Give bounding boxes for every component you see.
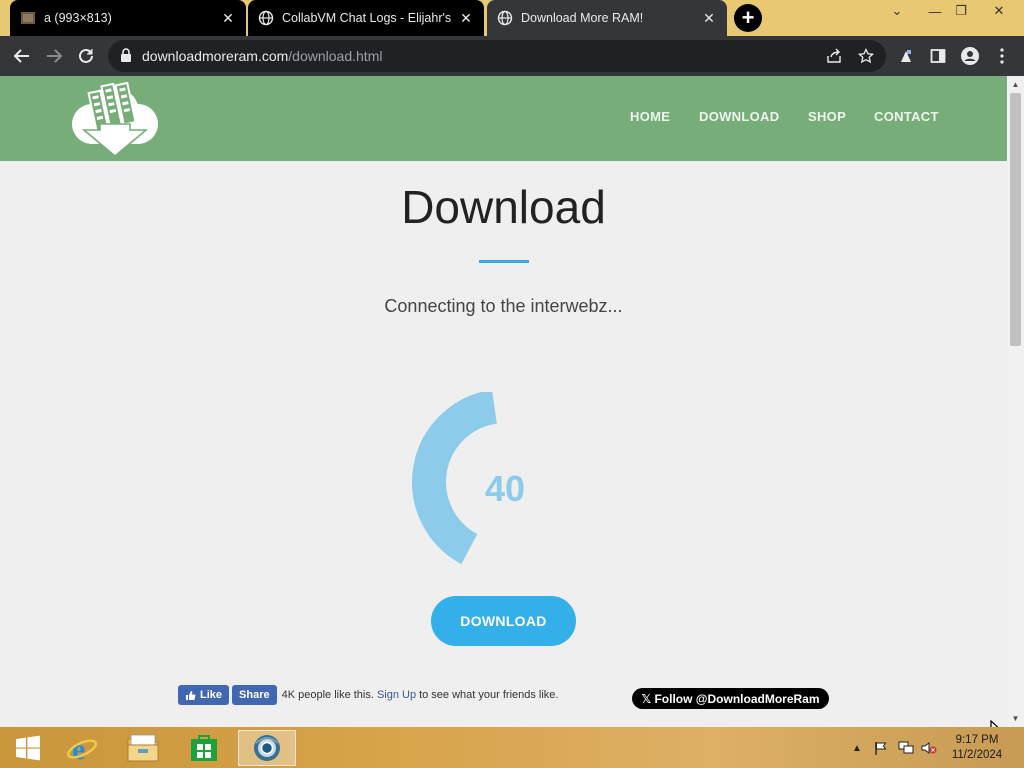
- system-clock[interactable]: 9:17 PM 11/2/2024: [944, 733, 1010, 763]
- page-scrollbar[interactable]: ▲ ▼: [1007, 76, 1024, 727]
- tab-collabvm-logs[interactable]: CollabVM Chat Logs - Elijahr's W ✕: [248, 0, 484, 36]
- twitter-follow-button[interactable]: 𝕏 Follow @DownloadMoreRam: [632, 688, 829, 709]
- svg-text:e: e: [72, 733, 85, 764]
- mouse-cursor-icon: [990, 720, 999, 727]
- reload-button[interactable]: [72, 42, 100, 70]
- arrow-left-icon: [13, 49, 29, 63]
- new-tab-button[interactable]: +: [734, 4, 762, 32]
- tab-search-icon[interactable]: ⌄: [880, 0, 914, 22]
- tab-strip: a (993×813) ✕ CollabVM Chat Logs - Elija…: [0, 0, 1024, 36]
- scroll-thumb[interactable]: [1010, 93, 1021, 346]
- nav-shop-link[interactable]: SHOP: [808, 109, 846, 124]
- share-icon[interactable]: [824, 46, 844, 66]
- nav-contact-link[interactable]: CONTACT: [874, 109, 939, 124]
- tab-close-icon[interactable]: ✕: [458, 10, 474, 26]
- volume-muted-icon[interactable]: [920, 739, 938, 757]
- windows-taskbar: e ▲ 9:17 PM 11/2/2024: [0, 727, 1024, 768]
- progress-value: 40: [484, 468, 526, 509]
- side-panel-icon[interactable]: [924, 42, 952, 70]
- menu-kebab-icon[interactable]: [988, 42, 1016, 70]
- close-window-button[interactable]: ✕: [982, 0, 1016, 22]
- flag-icon[interactable]: [872, 739, 890, 757]
- show-hidden-icons-icon[interactable]: ▲: [848, 739, 866, 757]
- fb-signup-link[interactable]: Sign Up: [377, 689, 416, 701]
- globe-icon: [258, 10, 274, 26]
- network-icon[interactable]: [897, 739, 915, 757]
- connection-status-text: Connecting to the interwebz...: [384, 296, 623, 316]
- download-button[interactable]: DOWNLOAD: [431, 596, 576, 646]
- lock-icon[interactable]: [120, 48, 132, 68]
- clock-date: 11/2/2024: [951, 749, 1003, 761]
- browser-toolbar: downloadmoreram.com/download.html: [0, 36, 1024, 76]
- fb-signup-suffix: to see what your friends like.: [419, 689, 559, 701]
- site-logo-icon[interactable]: [70, 81, 160, 158]
- file-explorer-icon[interactable]: [115, 730, 171, 766]
- reload-icon: [79, 48, 93, 63]
- internet-explorer-icon[interactable]: e: [54, 730, 110, 766]
- forward-button[interactable]: [40, 42, 68, 70]
- image-favicon-icon: [20, 10, 36, 26]
- facebook-like-widget: Like Share 4K people like this. Sign Up …: [178, 685, 558, 705]
- page-title: Download: [401, 181, 606, 233]
- tab-close-icon[interactable]: ✕: [701, 10, 717, 26]
- start-icon[interactable]: [0, 730, 56, 766]
- thumbs-up-icon: [186, 690, 196, 700]
- tab-download-more-ram[interactable]: Download More RAM! ✕: [487, 0, 727, 36]
- tab-image[interactable]: a (993×813) ✕: [10, 0, 246, 36]
- address-bar[interactable]: downloadmoreram.com/download.html: [108, 40, 886, 72]
- fb-like-button[interactable]: Like: [178, 685, 230, 705]
- globe-icon: [497, 10, 513, 26]
- nav-home-link[interactable]: HOME: [630, 109, 670, 124]
- arrow-right-icon: [47, 49, 63, 63]
- tab-title: CollabVM Chat Logs - Elijahr's W: [282, 11, 452, 25]
- profile-icon[interactable]: [956, 42, 984, 70]
- back-button[interactable]: [8, 42, 36, 70]
- scroll-down-icon[interactable]: ▼: [1007, 710, 1024, 727]
- fb-like-count: 4K people like this.: [281, 689, 374, 701]
- extension-icon[interactable]: [892, 42, 920, 70]
- tab-title: Download More RAM!: [521, 11, 644, 25]
- tab-title: a (993×813): [44, 11, 112, 25]
- star-icon[interactable]: [856, 46, 876, 66]
- url-text: downloadmoreram.com/download.html: [142, 48, 383, 64]
- title-divider: [479, 260, 529, 263]
- chrome-icon[interactable]: [238, 730, 296, 766]
- scroll-up-icon[interactable]: ▲: [1007, 76, 1024, 93]
- page-viewport: HOME DOWNLOAD SHOP CONTACT Download Conn…: [0, 76, 1024, 727]
- restore-button[interactable]: ❐: [944, 0, 978, 22]
- store-icon[interactable]: [176, 730, 232, 766]
- nav-download-link[interactable]: DOWNLOAD: [699, 109, 779, 124]
- tab-close-icon[interactable]: ✕: [220, 10, 236, 26]
- fb-share-button[interactable]: Share: [232, 685, 277, 705]
- site-header: HOME DOWNLOAD SHOP CONTACT: [0, 76, 1007, 161]
- clock-time: 9:17 PM: [955, 734, 999, 746]
